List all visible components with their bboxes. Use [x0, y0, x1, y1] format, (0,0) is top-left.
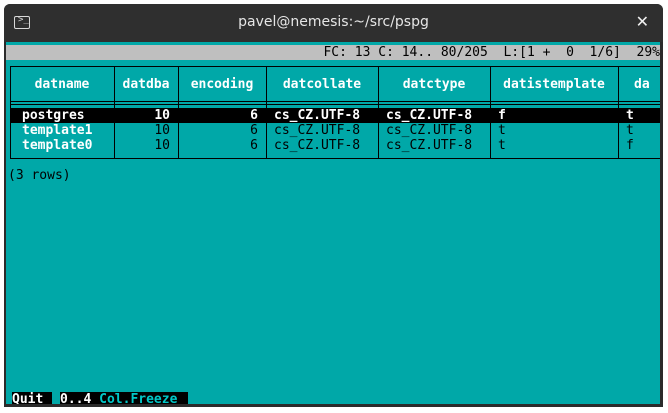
cell-datistemplate: t — [498, 138, 506, 153]
column-header-datname[interactable]: datname — [10, 77, 114, 92]
table-row-selected[interactable]: postgres 10 6 cs_CZ.UTF-8 cs_CZ.UTF-8 f … — [10, 108, 660, 123]
cell-datcollate: cs_CZ.UTF-8 — [274, 108, 361, 123]
status-bar: FC: 13 C: 14.. 80/205 L:[1 + 0 1/6] 29% — [6, 45, 660, 60]
column-header-encoding[interactable]: encoding — [178, 77, 266, 92]
column-header-datcollate[interactable]: datcollate — [266, 77, 378, 92]
col-freeze-key[interactable]: 0..4 Col.Freeze — [60, 392, 188, 404]
cell-datname: postgres — [22, 108, 85, 123]
cell-da: f — [626, 138, 634, 153]
col-freeze-key-label: 0..4 — [60, 392, 92, 404]
table-row[interactable]: template1 10 6 cs_CZ.UTF-8 cs_CZ.UTF-8 t… — [10, 123, 660, 138]
status-text: FC: 13 C: 14.. 80/205 L:[1 + 0 1/6] 29% — [323, 45, 660, 60]
cell-datctype: cs_CZ.UTF-8 — [386, 138, 473, 153]
cell-encoding: 6 — [250, 108, 258, 123]
window-title: pavel@nemesis:~/src/pspg — [238, 14, 429, 30]
cell-datcollate: cs_CZ.UTF-8 — [274, 123, 361, 138]
grid-border-bottom — [10, 158, 660, 159]
col-freeze-key-desc: Col.Freeze — [99, 392, 178, 404]
grid-border-top — [10, 66, 660, 67]
table-row[interactable]: template0 10 6 cs_CZ.UTF-8 cs_CZ.UTF-8 t… — [10, 138, 660, 153]
titlebar: >_ pavel@nemesis:~/src/pspg ✕ — [4, 4, 663, 42]
column-header-da[interactable]: da — [634, 77, 660, 92]
quit-key-label: Quit — [12, 392, 44, 404]
cell-encoding: 6 — [250, 138, 258, 153]
column-header-datctype[interactable]: datctype — [378, 77, 490, 92]
cell-encoding: 6 — [250, 123, 258, 138]
cell-datdba: 10 — [154, 138, 170, 153]
cell-datctype: cs_CZ.UTF-8 — [386, 108, 473, 123]
cell-datistemplate: t — [498, 123, 506, 138]
cell-datistemplate: f — [498, 108, 506, 123]
close-icon[interactable]: ✕ — [636, 12, 649, 31]
cell-da: t — [626, 123, 634, 138]
cell-da: t — [626, 108, 634, 123]
cell-datcollate: cs_CZ.UTF-8 — [274, 138, 361, 153]
grid-header-separator — [10, 101, 660, 102]
column-header-datistemplate[interactable]: datistemplate — [490, 77, 618, 92]
cell-datdba: 10 — [154, 123, 170, 138]
cell-datdba: 10 — [154, 108, 170, 123]
grid-header-separator-2 — [10, 104, 660, 105]
cell-datctype: cs_CZ.UTF-8 — [386, 123, 473, 138]
row-count-text: (3 rows) — [8, 168, 71, 183]
quit-key[interactable]: Quit — [12, 392, 52, 404]
cell-datname: template0 — [22, 138, 93, 153]
column-header-datdba[interactable]: datdba — [114, 77, 178, 92]
cell-datname: template1 — [22, 123, 93, 138]
terminal-window: >_ pavel@nemesis:~/src/pspg ✕ FC: 13 C: … — [4, 4, 663, 407]
terminal-area[interactable]: FC: 13 C: 14.. 80/205 L:[1 + 0 1/6] 29% … — [6, 42, 660, 404]
